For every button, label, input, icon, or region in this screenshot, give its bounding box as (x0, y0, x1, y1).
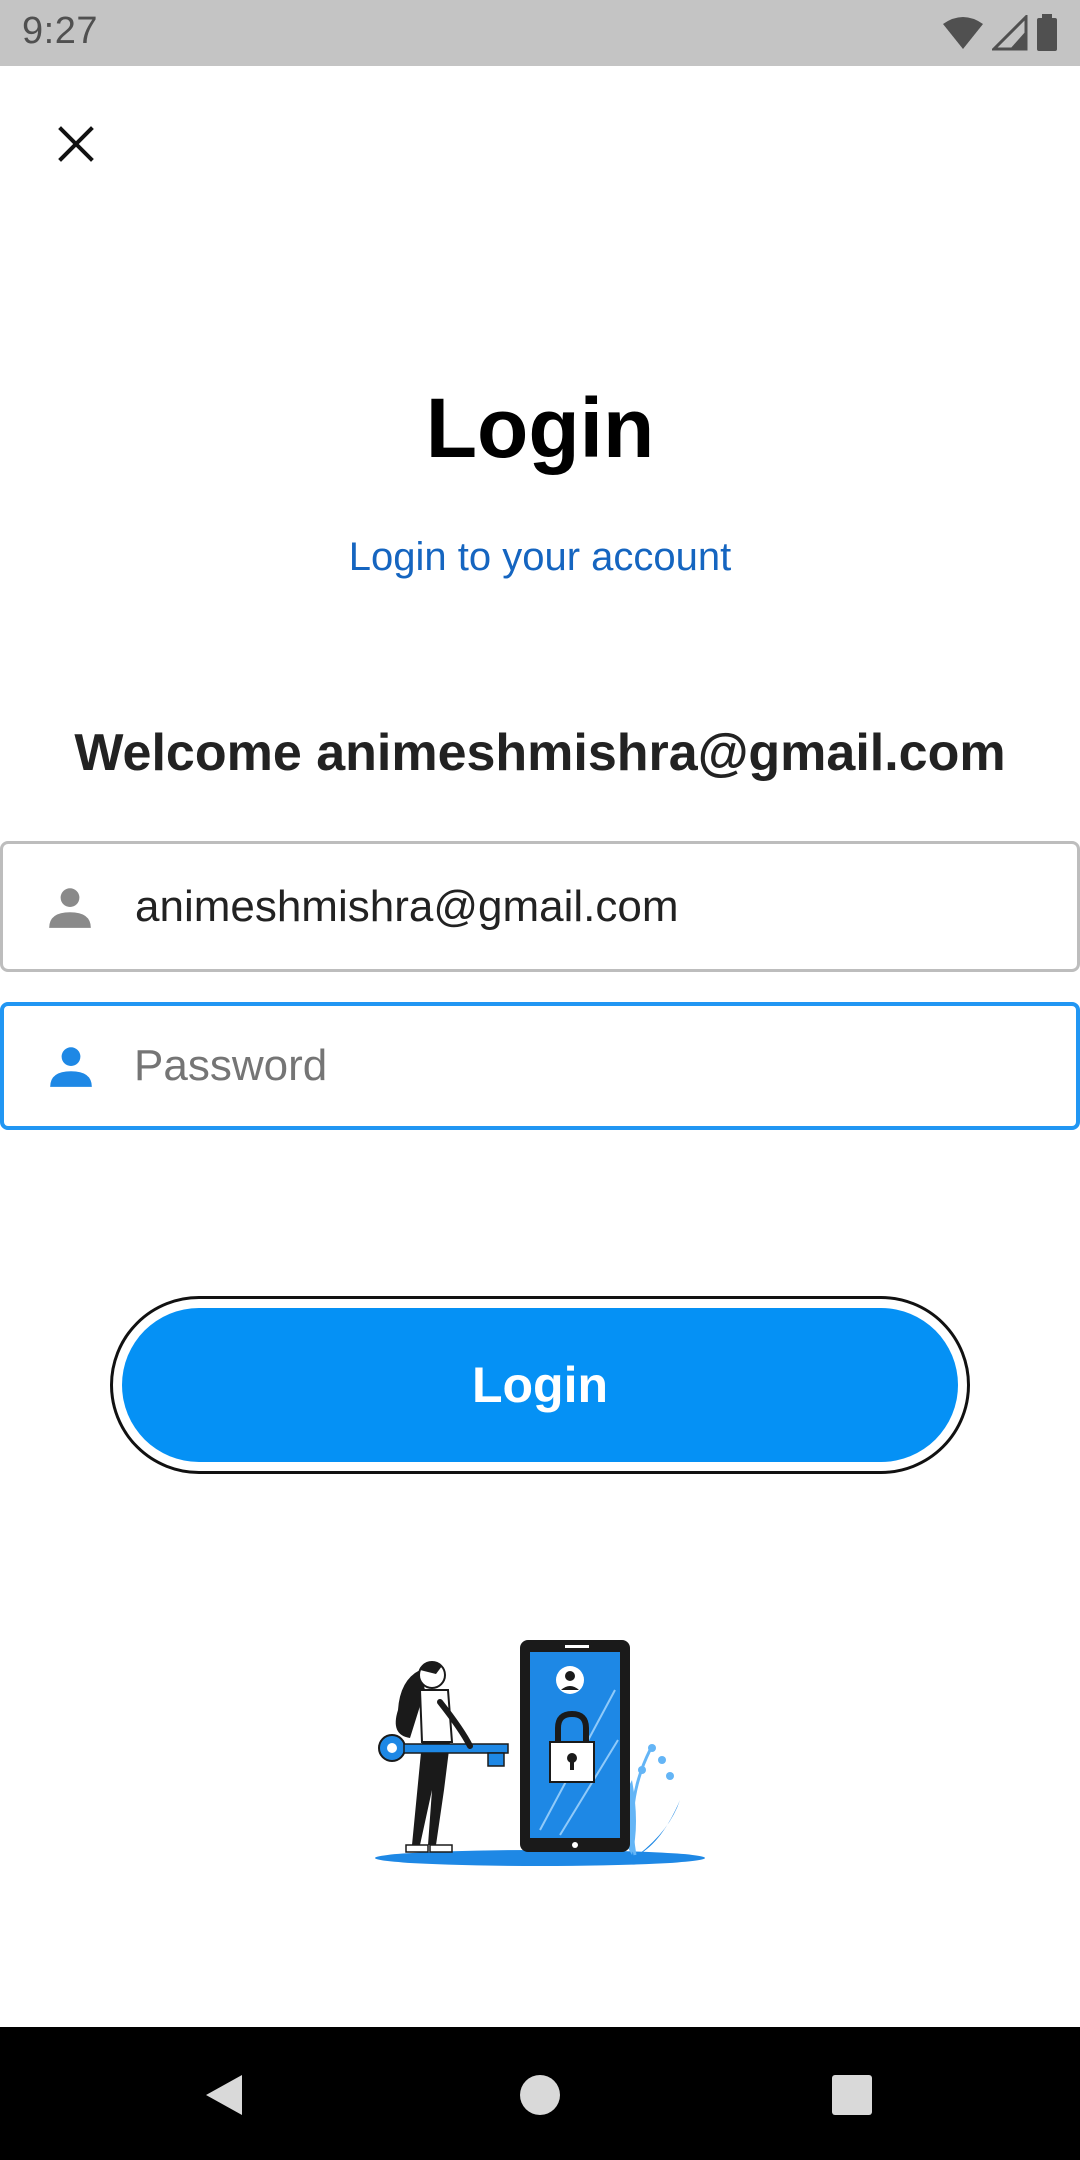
battery-icon (1037, 14, 1057, 51)
home-icon[interactable] (518, 2073, 562, 2117)
navigation-bar (0, 2027, 1080, 2160)
welcome-message: Welcome animeshmishra@gmail.com (74, 724, 1006, 782)
wifi-icon (943, 17, 983, 49)
phone-illustration (520, 1640, 630, 1852)
person-icon (44, 1039, 98, 1093)
page-subtitle: Login to your account (348, 535, 732, 579)
email-field[interactable]: animeshmishra@gmail.com (0, 841, 1080, 972)
status-bar: 9:27 (0, 0, 1080, 66)
login-button[interactable]: Login (122, 1308, 958, 1462)
cell-signal-icon (992, 15, 1028, 51)
page-title: Login (425, 381, 655, 475)
close-button[interactable] (48, 116, 104, 172)
close-icon (58, 126, 94, 162)
password-field[interactable] (0, 1002, 1080, 1130)
login-button-outline: Login (110, 1296, 970, 1474)
password-input[interactable] (134, 1006, 1056, 1126)
status-icons (942, 14, 1058, 52)
status-time: 9:27 (22, 10, 98, 52)
person-icon (43, 880, 97, 934)
recents-icon[interactable] (830, 2073, 874, 2117)
woman-with-key-illustration (378, 1661, 509, 1853)
back-icon[interactable] (200, 2071, 248, 2119)
email-field-value: animeshmishra@gmail.com (135, 881, 679, 931)
login-illustration (375, 1640, 705, 1866)
